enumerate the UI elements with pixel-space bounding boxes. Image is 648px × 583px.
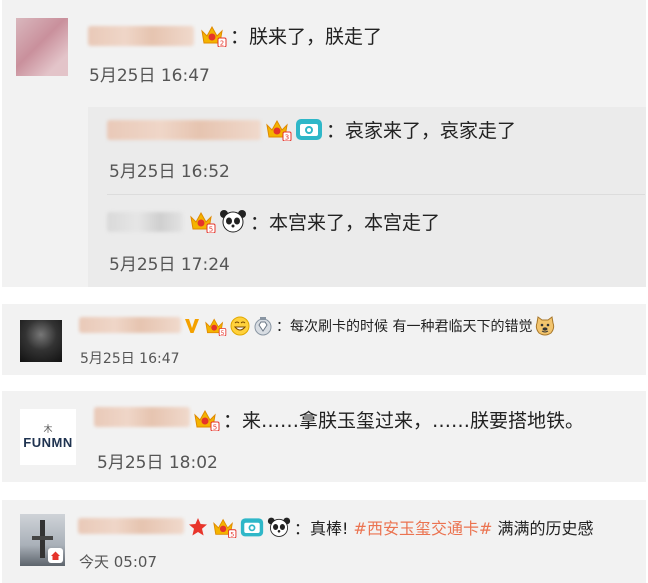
comment-card: 5 ： 每次刷卡的时候 有一种君临天下的错觉 5月25日 16:47 <box>2 304 646 375</box>
username-blurred[interactable] <box>78 518 184 534</box>
vip-crown-icon: 2 <box>199 23 227 47</box>
username-blurred[interactable] <box>107 212 183 232</box>
verified-v-icon <box>184 317 200 335</box>
camera-badge-icon <box>295 117 323 141</box>
comment-card: 2 ： 朕来了，朕走了 5月25日 16:47 3 ： 哀家来了，哀家走了 5月… <box>2 0 646 287</box>
timestamp: 5月25日 17:24 <box>109 255 230 275</box>
vip-crown-icon: 5 <box>203 316 227 336</box>
diamond-medal-icon <box>253 316 273 336</box>
comment-card: ⽊ FUNMN 5 ： 来……拿朕玉玺过来，……朕要搭地铁。 5月25日 18:… <box>2 391 646 482</box>
comment-text: 哀家来了，哀家走了 <box>345 119 517 142</box>
comment-text: 每次刷卡的时候 有一种君临天下的错觉 <box>290 319 533 335</box>
vip-crown-icon: 5 <box>188 209 216 233</box>
avatar[interactable] <box>16 18 68 76</box>
vip-crown-icon: 5 <box>211 516 237 538</box>
panda-icon <box>267 516 291 538</box>
comment-line: 5 ： 来……拿朕玉玺过来，……朕要搭地铁。 <box>192 404 584 434</box>
username-blurred[interactable] <box>88 26 194 46</box>
username-blurred[interactable] <box>79 317 181 333</box>
star-icon <box>188 517 208 537</box>
comment-text: 朕来了，朕走了 <box>249 25 383 48</box>
timestamp: 5月25日 18:02 <box>97 453 218 473</box>
svg-text:5: 5 <box>213 424 217 432</box>
username-blurred[interactable] <box>94 407 190 427</box>
doge-emoji-icon <box>534 315 556 337</box>
comment-card: 5 ： 真棒! #西安玉玺交通卡# 满满的历史感 今天 05:07 <box>2 500 646 583</box>
avatar-logo-text: FUNMN <box>23 434 73 450</box>
panda-icon <box>219 209 247 233</box>
avatar[interactable]: ⽊ FUNMN <box>20 409 76 465</box>
vip-crown-icon: 3 <box>264 117 292 141</box>
reply-line: 5 ： 本宫来了，本宫走了 <box>188 206 440 236</box>
comment-text: 来……拿朕玉玺过来，……朕要搭地铁。 <box>242 409 585 432</box>
grin-emoji-icon <box>230 316 250 336</box>
divider <box>107 194 645 195</box>
svg-text:5: 5 <box>209 226 213 234</box>
comment-line: 5 ： 真棒! #西安玉玺交通卡# 满满的历史感 <box>188 514 593 540</box>
vip-crown-icon: 5 <box>192 407 220 431</box>
username-blurred[interactable] <box>107 120 261 140</box>
timestamp: 5月25日 16:47 <box>89 66 210 86</box>
reply-line: 3 ： 哀家来了，哀家走了 <box>264 114 516 144</box>
comment-text: 本宫来了，本宫走了 <box>269 211 441 234</box>
timestamp: 今天 05:07 <box>79 553 157 571</box>
timestamp: 5月25日 16:47 <box>80 351 180 367</box>
svg-text:2: 2 <box>220 40 224 48</box>
comment-text: 真棒! <box>310 519 354 538</box>
comment-line: 2 ： 朕来了，朕走了 <box>199 20 382 50</box>
comment-text: 满满的历史感 <box>492 519 594 538</box>
camera-badge-icon <box>240 516 264 538</box>
svg-text:3: 3 <box>285 134 289 142</box>
svg-text:5: 5 <box>221 331 225 336</box>
avatar[interactable] <box>20 320 62 362</box>
comment-line: 5 ： 每次刷卡的时候 有一种君临天下的错觉 <box>184 314 559 338</box>
avatar[interactable] <box>20 514 65 566</box>
avatar-logo-mark: ⽊ <box>43 424 53 435</box>
hashtag-link[interactable]: #西安玉玺交通卡# <box>354 515 493 539</box>
svg-text:5: 5 <box>230 531 234 538</box>
house-icon <box>48 548 63 563</box>
timestamp: 5月25日 16:52 <box>109 162 230 182</box>
